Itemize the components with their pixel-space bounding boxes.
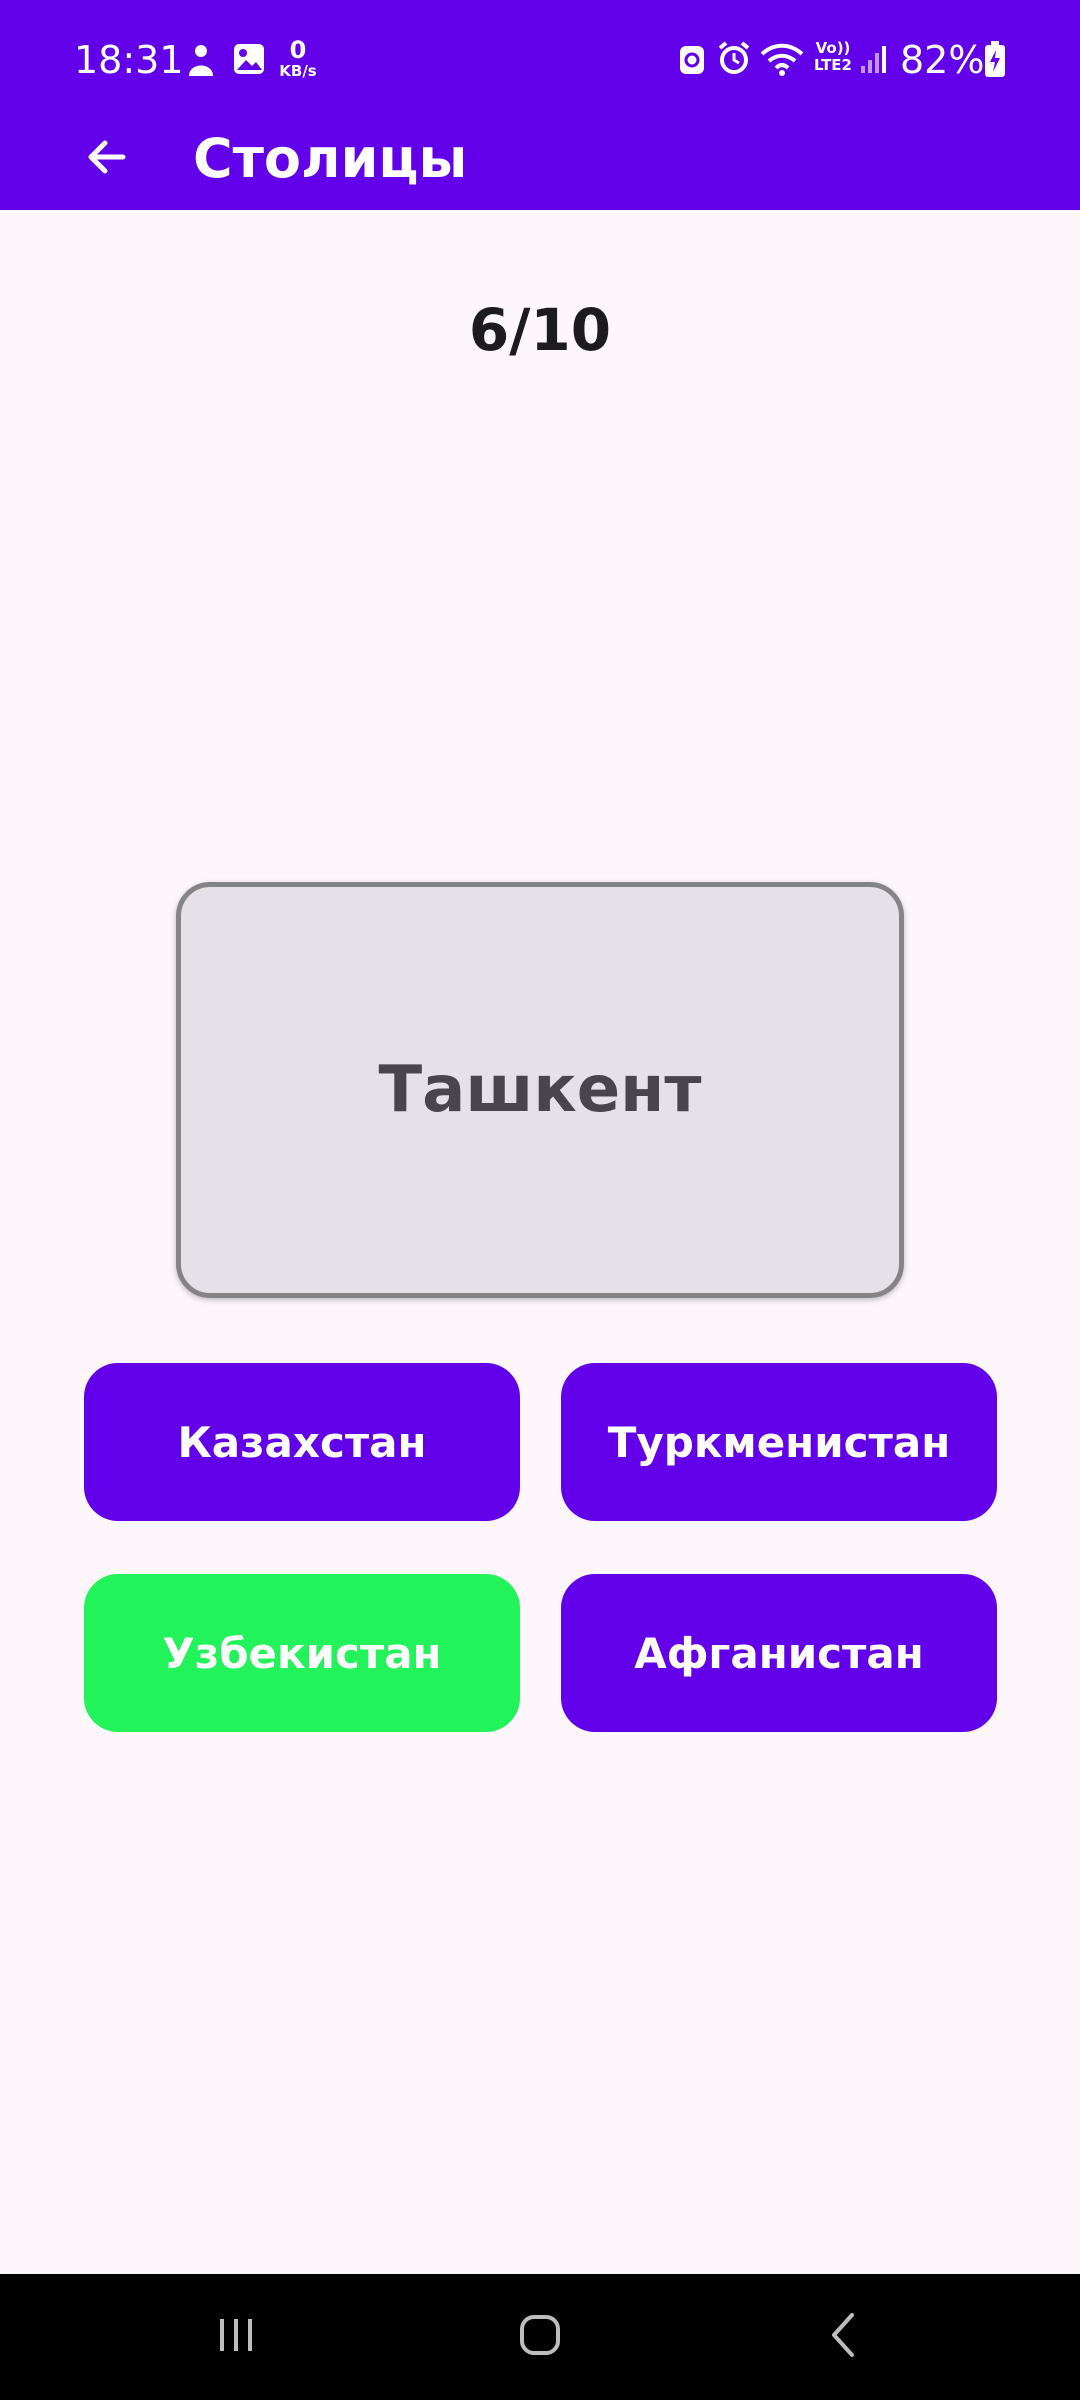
back-icon (824, 2311, 864, 2363)
app-bar: Столицы (0, 110, 1080, 210)
alarm-icon (716, 40, 752, 80)
question-progress: 6/10 (468, 296, 612, 364)
answer-button-2[interactable]: Туркменистан (561, 1363, 997, 1521)
page-title: Столицы (193, 127, 468, 190)
volte-line-2: LTE2 (814, 56, 852, 74)
status-bar: 18:31 0 KB/s Vo)) LTE2 82% (0, 0, 1080, 120)
wifi-icon (760, 42, 804, 80)
net-speed-unit: KB/s (279, 62, 317, 80)
answer-button-1[interactable]: Казахстан (84, 1363, 520, 1521)
answer-button-4[interactable]: Афганистан (561, 1574, 997, 1732)
back-button[interactable] (72, 124, 142, 194)
screen: 18:31 0 KB/s Vo)) LTE2 82% Столицы 6/10 … (0, 0, 1080, 2400)
nav-back-button[interactable] (784, 2292, 904, 2382)
signal-icon (860, 44, 886, 78)
arrow-left-icon (83, 133, 131, 185)
answer-button-3-correct[interactable]: Узбекистан (84, 1574, 520, 1732)
battery-percent: 82% (900, 38, 985, 82)
status-time: 18:31 (74, 38, 184, 82)
question-text: Ташкент (378, 1053, 702, 1127)
system-nav-bar (0, 2274, 1080, 2400)
bixby-icon (186, 42, 216, 82)
home-icon (516, 2311, 564, 2363)
question-card: Ташкент (176, 882, 904, 1298)
recent-apps-icon (214, 2313, 258, 2361)
gallery-icon (232, 42, 266, 80)
home-button[interactable] (480, 2292, 600, 2382)
net-speed-value: 0 (289, 36, 307, 64)
battery-charging-icon (984, 40, 1006, 82)
volte-indicator: Vo)) LTE2 (810, 40, 856, 74)
sim-icon (678, 42, 706, 80)
recent-apps-button[interactable] (176, 2292, 296, 2382)
top-bar: 18:31 0 KB/s Vo)) LTE2 82% Столицы (0, 0, 1080, 210)
volte-line-1: Vo)) (815, 39, 851, 57)
net-speed: 0 KB/s (276, 38, 320, 79)
